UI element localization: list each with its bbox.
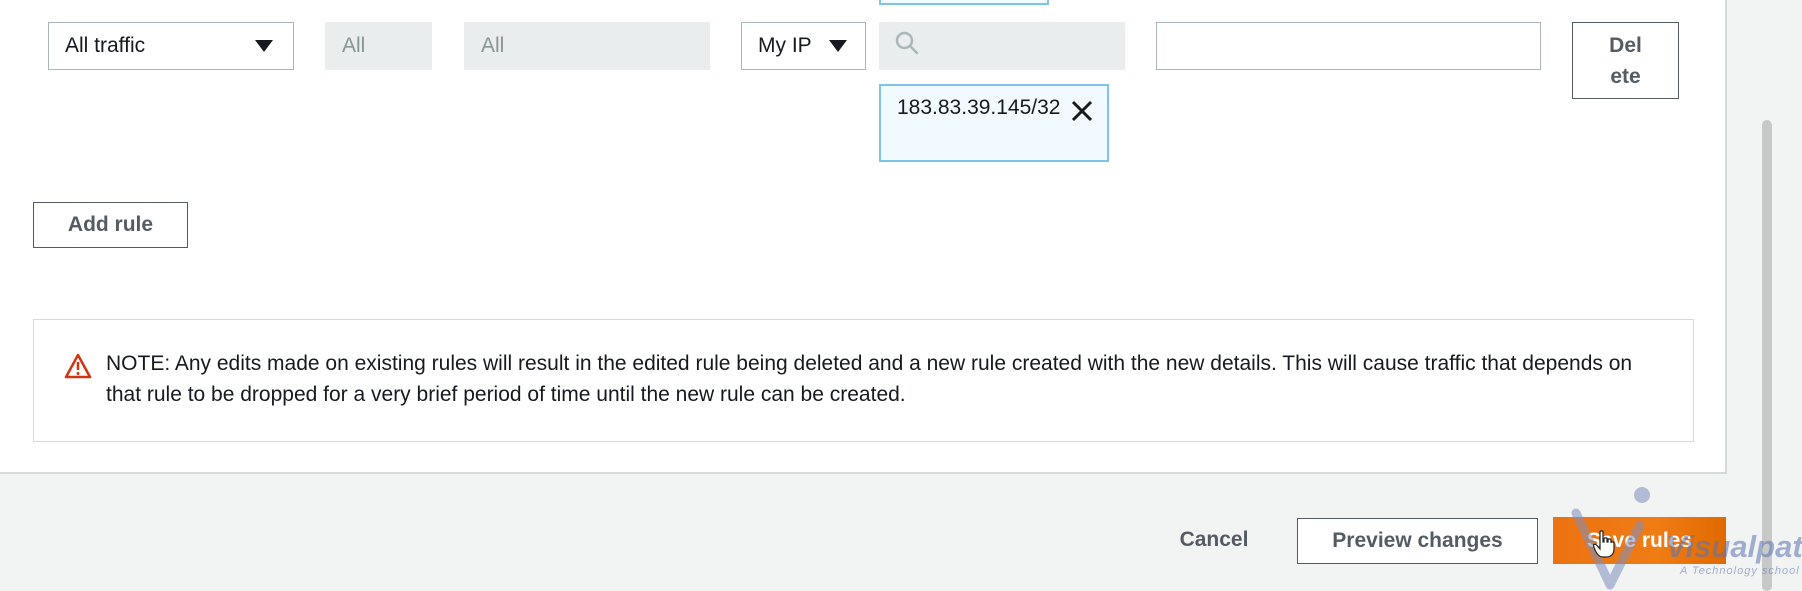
type-select[interactable]: All traffic (48, 22, 294, 70)
source-ip-token-label: 183.83.39.145/32 (897, 96, 1061, 119)
edit-warning-note: NOTE: Any edits made on existing rules w… (33, 319, 1694, 442)
add-rule-label: Add rule (67, 213, 154, 236)
watermark-subtitle: A Technology school (1680, 565, 1800, 577)
port-range-value: All (481, 34, 505, 57)
add-rule-button[interactable]: Add rule (33, 202, 188, 248)
scrollbar-thumb[interactable] (1762, 120, 1772, 591)
delete-rule-label: Del ete (1609, 33, 1642, 88)
protocol-field: All (325, 22, 432, 70)
previous-token-edge (879, 0, 1049, 5)
note-text: NOTE: Any edits made on existing rules w… (106, 352, 1633, 406)
delete-rule-button[interactable]: Del ete (1572, 22, 1679, 99)
source-ip-token: 183.83.39.145/32 (879, 84, 1109, 162)
type-select-value: All traffic (65, 34, 146, 57)
source-type-value: My IP (758, 34, 812, 57)
preview-changes-label: Preview changes (1332, 529, 1503, 552)
save-rules-button[interactable]: Save rules (1553, 517, 1726, 564)
caret-down-icon (829, 40, 847, 52)
close-icon[interactable] (1069, 98, 1095, 124)
search-icon (894, 30, 920, 62)
hand-cursor-icon (1592, 530, 1615, 558)
protocol-value: All (342, 34, 366, 57)
warning-icon (64, 353, 92, 379)
inbound-rules-panel: All traffic All All My IP 183.83.39.145/… (0, 0, 1727, 474)
preview-changes-button[interactable]: Preview changes (1297, 518, 1538, 564)
port-range-field: All (464, 22, 710, 70)
caret-down-icon (255, 40, 273, 52)
source-type-select[interactable]: My IP (741, 22, 866, 70)
cancel-button[interactable]: Cancel (1166, 520, 1262, 560)
source-search-input[interactable] (879, 22, 1125, 70)
cancel-label: Cancel (1179, 528, 1249, 551)
description-input[interactable] (1156, 22, 1541, 70)
